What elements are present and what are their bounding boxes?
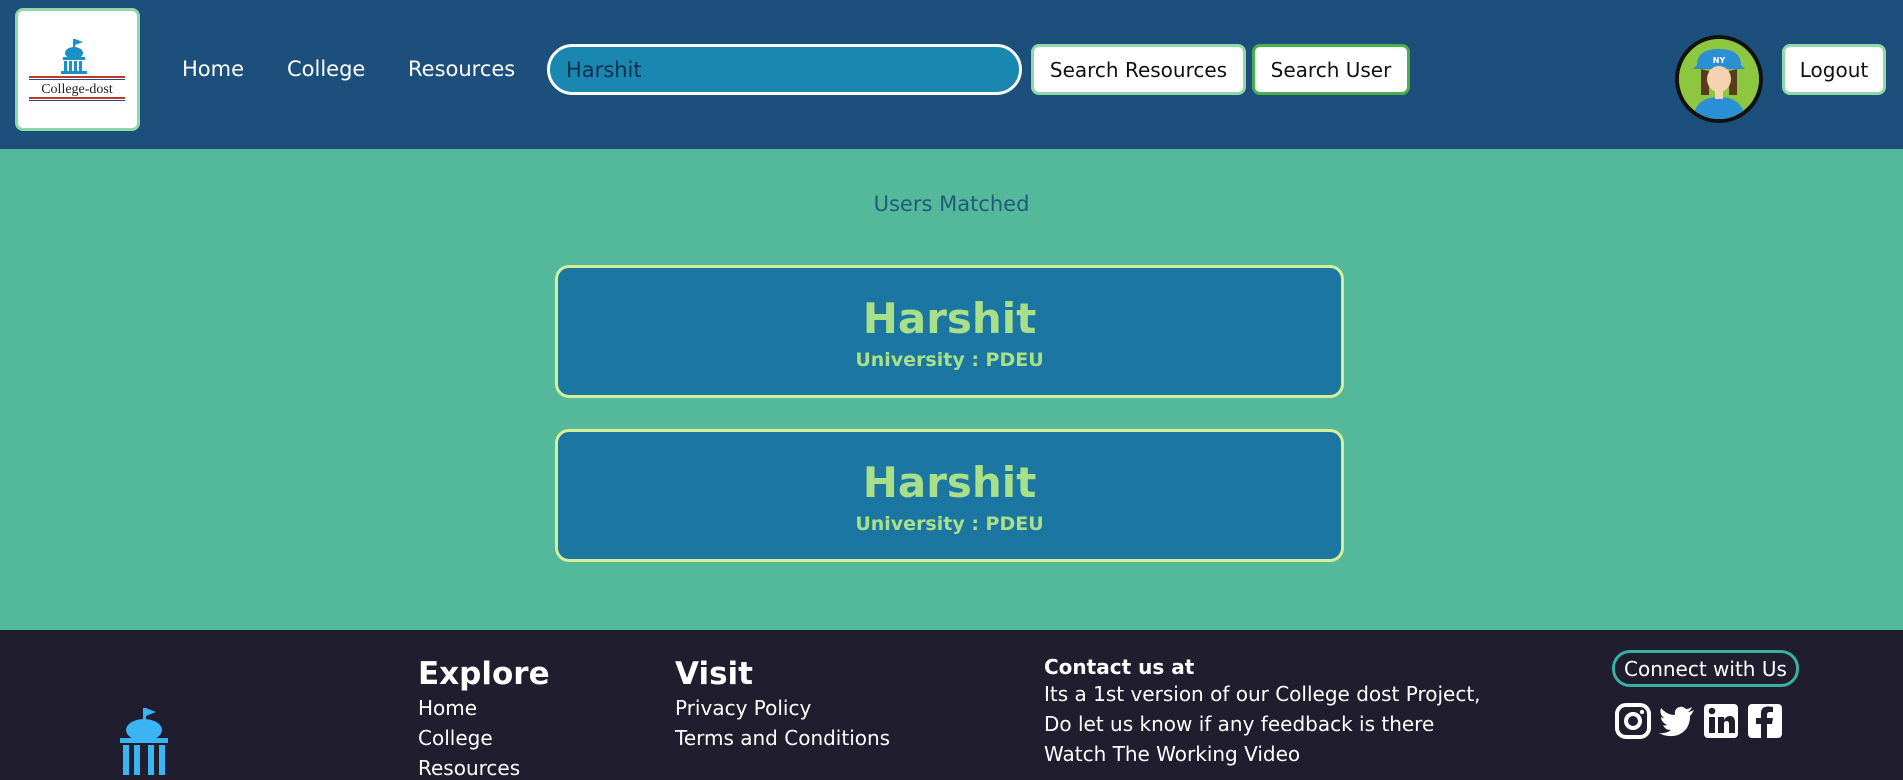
user-result-card[interactable]: Harshit University : PDEU	[555, 429, 1344, 562]
avatar-cap-text: NY	[1713, 56, 1726, 65]
logo-text: College-dost	[41, 82, 113, 97]
logout-button[interactable]: Logout	[1782, 44, 1886, 95]
avatar-girl-cap-icon: NY	[1679, 39, 1759, 119]
nav-college-link[interactable]: College	[287, 57, 365, 81]
footer-contact-heading: Contact us at	[1044, 655, 1195, 679]
user-name: Harshit	[862, 458, 1037, 507]
user-avatar[interactable]: NY	[1675, 35, 1763, 123]
footer-visit-heading: Visit	[675, 656, 753, 692]
user-university: University : PDEU	[855, 513, 1044, 535]
site-logo[interactable]: College-dost	[15, 8, 140, 131]
users-matched-heading: Users Matched	[873, 192, 1030, 216]
search-user-button[interactable]: Search User	[1252, 44, 1410, 95]
site-footer: Explore Home College Resources Visit Pri…	[0, 630, 1903, 780]
watch-video-link[interactable]: Watch The Working Video	[1044, 742, 1300, 766]
twitter-icon[interactable]	[1658, 702, 1696, 740]
user-result-card[interactable]: Harshit University : PDEU	[555, 265, 1344, 398]
instagram-icon[interactable]	[1614, 702, 1652, 740]
footer-link-home[interactable]: Home	[418, 696, 477, 720]
user-university: University : PDEU	[855, 349, 1044, 371]
college-building-icon	[120, 708, 168, 775]
footer-link-privacy-policy[interactable]: Privacy Policy	[675, 696, 811, 720]
facebook-icon[interactable]	[1746, 702, 1784, 740]
nav-resources-link[interactable]: Resources	[408, 57, 515, 81]
footer-link-terms[interactable]: Terms and Conditions	[675, 726, 890, 750]
footer-link-resources[interactable]: Resources	[418, 756, 520, 780]
nav-home-link[interactable]: Home	[182, 57, 244, 81]
college-building-logo-icon: College-dost	[29, 39, 125, 101]
footer-explore-heading: Explore	[418, 656, 550, 692]
search-input[interactable]	[547, 44, 1022, 95]
footer-link-college[interactable]: College	[418, 726, 493, 750]
top-navbar: College-dost Home College Resources Sear…	[0, 0, 1903, 149]
contact-text-line: Do let us know if any feedback is there	[1044, 712, 1435, 736]
contact-text-line: Its a 1st version of our College dost Pr…	[1044, 682, 1481, 706]
user-name: Harshit	[862, 294, 1037, 343]
linkedin-icon[interactable]	[1702, 702, 1740, 740]
connect-with-us-button[interactable]: Connect with Us	[1612, 650, 1799, 687]
search-resources-button[interactable]: Search Resources	[1031, 44, 1246, 95]
